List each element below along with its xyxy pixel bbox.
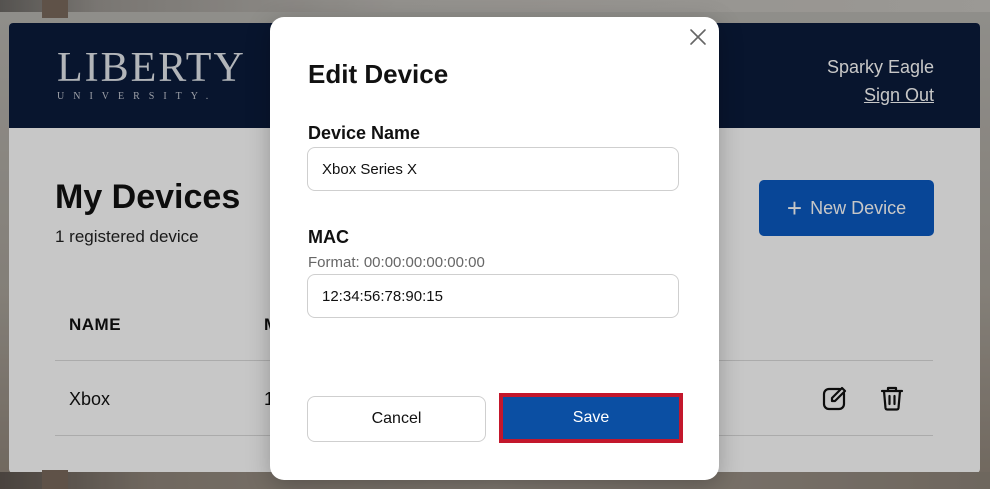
device-name-input[interactable]	[307, 147, 679, 191]
save-button[interactable]: Save	[499, 393, 683, 443]
edit-device-dialog: Edit Device Device Name MAC Format: 00:0…	[270, 17, 719, 480]
mac-format-hint: Format: 00:00:00:00:00:00	[308, 254, 485, 271]
cancel-button[interactable]: Cancel	[307, 396, 486, 442]
mac-input[interactable]	[307, 274, 679, 318]
device-name-label: Device Name	[308, 123, 421, 143]
close-icon[interactable]	[688, 27, 708, 47]
mac-label: MAC	[308, 227, 349, 247]
dialog-title: Edit Device	[308, 59, 449, 89]
